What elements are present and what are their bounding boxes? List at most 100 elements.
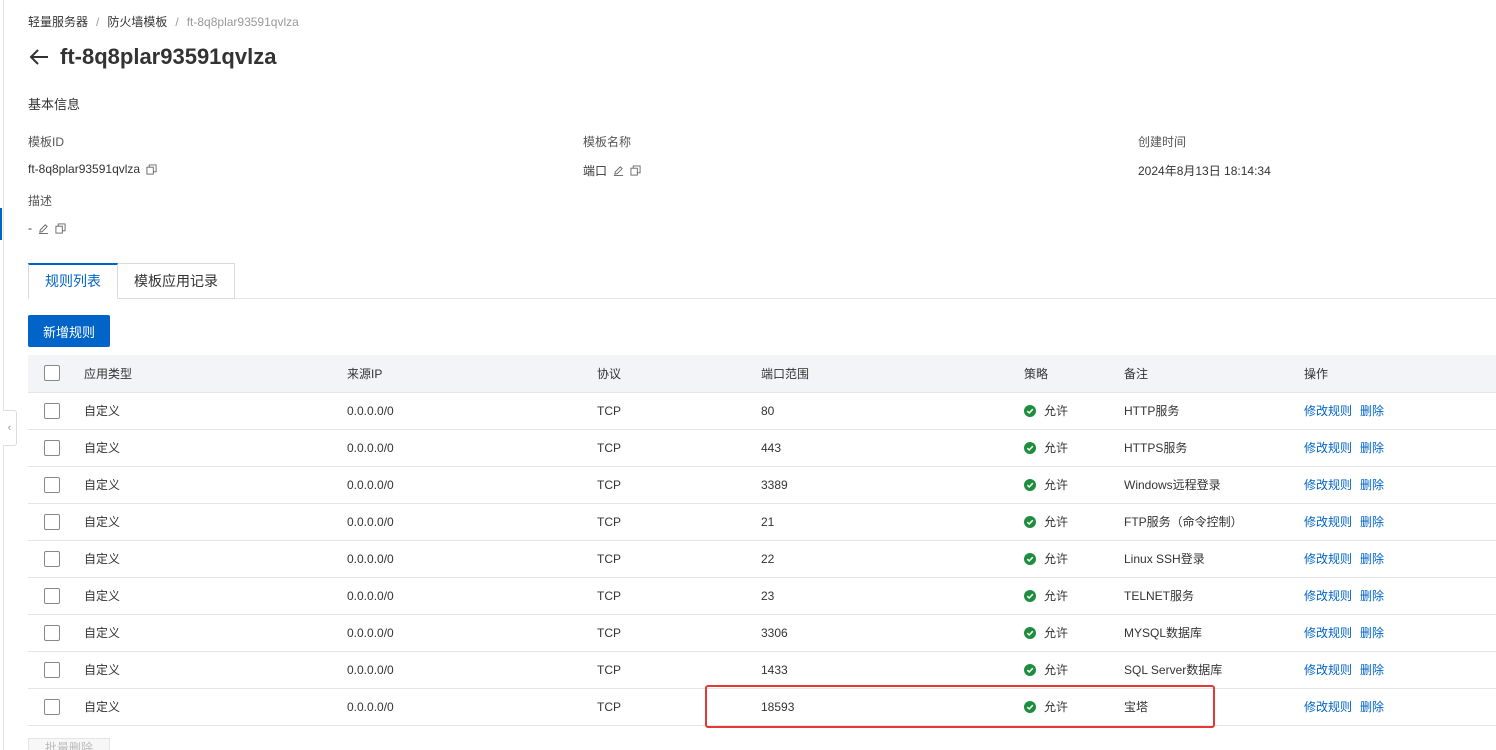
row-select-cell bbox=[28, 577, 84, 615]
tab-apply-records[interactable]: 模板应用记录 bbox=[118, 263, 235, 299]
column-header-port-range: 端口范围 bbox=[761, 355, 1024, 393]
table-row: 自定义 0.0.0.0/0 TCP 80 允许 HTTP服务 修改规则 删除 bbox=[28, 392, 1496, 430]
policy-label: 允许 bbox=[1044, 441, 1069, 455]
delete-rule-link[interactable]: 删除 bbox=[1360, 552, 1384, 566]
column-header-actions: 操作 bbox=[1304, 355, 1496, 393]
cell-note: MYSQL数据库 bbox=[1124, 614, 1304, 652]
row-checkbox[interactable] bbox=[44, 661, 60, 678]
policy-label: 允许 bbox=[1044, 626, 1069, 640]
copy-icon[interactable] bbox=[54, 222, 66, 234]
tabs-divider bbox=[28, 298, 1496, 299]
table-row: 自定义 0.0.0.0/0 TCP 22 允许 Linux SSH登录 修改规则 删除 bbox=[28, 540, 1496, 578]
cell-note: SQL Server数据库 bbox=[1124, 651, 1304, 689]
select-all-checkbox[interactable] bbox=[44, 365, 60, 382]
cell-port-range: 3306 bbox=[761, 614, 1024, 652]
page-title: ft-8q8plar93591qvlza bbox=[60, 44, 277, 69]
check-circle-icon bbox=[1024, 589, 1036, 602]
delete-rule-link[interactable]: 删除 bbox=[1360, 441, 1384, 455]
delete-rule-link[interactable]: 删除 bbox=[1360, 626, 1384, 640]
template-id-label: 模板ID bbox=[28, 135, 65, 149]
delete-rule-link[interactable]: 删除 bbox=[1360, 478, 1384, 492]
breadcrumb: 轻量服务器 / 防火墙模板 / ft-8q8plar93591qvlza bbox=[28, 13, 299, 30]
check-circle-icon bbox=[1024, 626, 1036, 639]
cell-protocol: TCP bbox=[597, 651, 761, 689]
description-value: - bbox=[28, 221, 32, 235]
column-header-note: 备注 bbox=[1124, 355, 1304, 393]
row-checkbox[interactable] bbox=[44, 402, 60, 419]
row-select-cell bbox=[28, 429, 84, 467]
cell-note: TELNET服务 bbox=[1124, 577, 1304, 615]
breadcrumb-item-servers[interactable]: 轻量服务器 bbox=[28, 13, 88, 30]
delete-rule-link[interactable]: 删除 bbox=[1360, 404, 1384, 418]
column-header-policy: 策略 bbox=[1024, 355, 1124, 393]
cell-type: 自定义 bbox=[84, 429, 347, 467]
copy-icon[interactable] bbox=[145, 163, 157, 175]
edit-rule-link[interactable]: 修改规则 bbox=[1304, 515, 1352, 529]
edit-rule-link[interactable]: 修改规则 bbox=[1304, 404, 1352, 418]
column-header-source-ip: 来源IP bbox=[347, 355, 597, 393]
cell-actions: 修改规则 删除 bbox=[1304, 503, 1496, 541]
delete-rule-link[interactable]: 删除 bbox=[1360, 589, 1384, 603]
check-circle-icon bbox=[1024, 552, 1036, 565]
description-field: - bbox=[28, 221, 66, 235]
sidebar-collapse-handle[interactable]: ‹ bbox=[3, 410, 17, 446]
tabs: 规则列表 模板应用记录 bbox=[28, 263, 235, 299]
edit-rule-link[interactable]: 修改规则 bbox=[1304, 552, 1352, 566]
edit-rule-link[interactable]: 修改规则 bbox=[1304, 700, 1352, 714]
table-row: 自定义 0.0.0.0/0 TCP 3306 允许 MYSQL数据库 修改规则 删除 bbox=[28, 614, 1496, 652]
column-header-protocol: 协议 bbox=[597, 355, 761, 393]
rules-table: 应用类型 来源IP 协议 端口范围 策略 备注 操作 自定义 0.0.0.0/0 T… bbox=[28, 355, 1496, 726]
cell-port-range: 1433 bbox=[761, 651, 1024, 689]
breadcrumb-separator: / bbox=[175, 14, 179, 29]
cell-source-ip: 0.0.0.0/0 bbox=[347, 614, 597, 652]
back-arrow-icon[interactable] bbox=[28, 46, 50, 68]
cell-actions: 修改规则 删除 bbox=[1304, 688, 1496, 726]
description-label: 描述 bbox=[28, 194, 53, 208]
delete-rule-link[interactable]: 删除 bbox=[1360, 515, 1384, 529]
add-rule-button[interactable]: 新增规则 bbox=[28, 315, 110, 347]
column-header-type: 应用类型 bbox=[84, 355, 347, 393]
policy-label: 允许 bbox=[1044, 589, 1069, 603]
edit-icon[interactable] bbox=[612, 165, 624, 177]
cell-source-ip: 0.0.0.0/0 bbox=[347, 392, 597, 430]
cell-type: 自定义 bbox=[84, 540, 347, 578]
edit-rule-link[interactable]: 修改规则 bbox=[1304, 663, 1352, 677]
edit-icon[interactable] bbox=[37, 222, 49, 234]
bulk-delete-button[interactable]: 批量删除 bbox=[28, 738, 110, 750]
select-all-cell bbox=[28, 355, 84, 393]
check-circle-icon bbox=[1024, 515, 1036, 528]
row-checkbox[interactable] bbox=[44, 698, 60, 715]
table-row: 自定义 0.0.0.0/0 TCP 23 允许 TELNET服务 修改规则 删除 bbox=[28, 577, 1496, 615]
highlight-annotation bbox=[705, 685, 1215, 728]
cell-port-range: 443 bbox=[761, 429, 1024, 467]
breadcrumb-item-templates[interactable]: 防火墙模板 bbox=[107, 13, 167, 30]
table-row: 自定义 0.0.0.0/0 TCP 3389 允许 Windows远程登录 修改规则 删除 bbox=[28, 466, 1496, 504]
cell-type: 自定义 bbox=[84, 614, 347, 652]
row-checkbox[interactable] bbox=[44, 550, 60, 567]
row-checkbox[interactable] bbox=[44, 476, 60, 493]
cell-protocol: TCP bbox=[597, 466, 761, 504]
delete-rule-link[interactable]: 删除 bbox=[1360, 700, 1384, 714]
cell-policy: 允许 bbox=[1024, 614, 1124, 652]
cell-actions: 修改规则 删除 bbox=[1304, 540, 1496, 578]
tab-rule-list[interactable]: 规则列表 bbox=[28, 263, 118, 299]
delete-rule-link[interactable]: 删除 bbox=[1360, 663, 1384, 677]
rules-table-body: 自定义 0.0.0.0/0 TCP 80 允许 HTTP服务 修改规则 删除 自定义 0.0.0.… bbox=[28, 392, 1496, 726]
row-checkbox[interactable] bbox=[44, 439, 60, 456]
policy-label: 允许 bbox=[1044, 478, 1069, 492]
edit-rule-link[interactable]: 修改规则 bbox=[1304, 441, 1352, 455]
edit-rule-link[interactable]: 修改规则 bbox=[1304, 589, 1352, 603]
edit-rule-link[interactable]: 修改规则 bbox=[1304, 626, 1352, 640]
template-name-label: 模板名称 bbox=[583, 135, 632, 149]
row-checkbox[interactable] bbox=[44, 587, 60, 604]
cell-actions: 修改规则 删除 bbox=[1304, 392, 1496, 430]
row-checkbox[interactable] bbox=[44, 624, 60, 641]
policy-label: 允许 bbox=[1044, 663, 1069, 677]
copy-icon[interactable] bbox=[629, 165, 641, 177]
cell-actions: 修改规则 删除 bbox=[1304, 651, 1496, 689]
row-checkbox[interactable] bbox=[44, 513, 60, 530]
cell-policy: 允许 bbox=[1024, 651, 1124, 689]
edit-rule-link[interactable]: 修改规则 bbox=[1304, 478, 1352, 492]
check-circle-icon bbox=[1024, 404, 1036, 417]
table-row: 自定义 0.0.0.0/0 TCP 21 允许 FTP服务（命令控制） 修改规则 删除 bbox=[28, 503, 1496, 541]
